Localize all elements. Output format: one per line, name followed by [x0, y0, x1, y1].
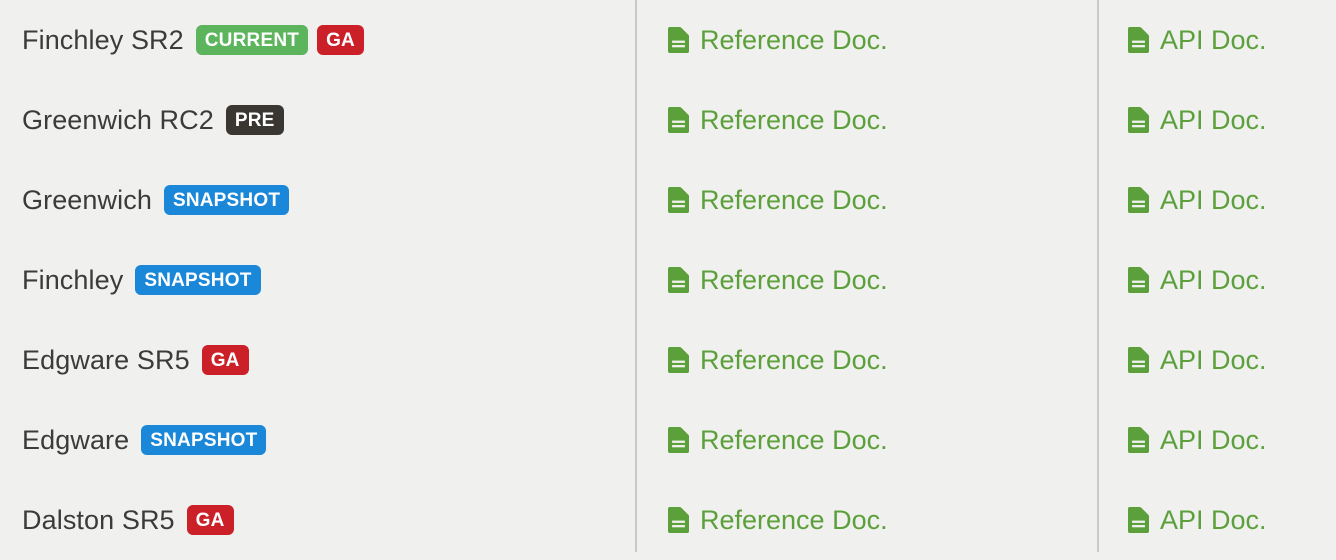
- table-body: Finchley SR2 CURRENT GA Reference Doc. API D…: [0, 0, 1336, 560]
- file-document-icon: [1128, 27, 1149, 53]
- file-document-icon: [668, 27, 689, 53]
- release-name-label: Edgware SR5: [22, 344, 190, 375]
- reference-doc-label: Reference Doc.: [700, 504, 888, 535]
- api-doc-label: API Doc.: [1160, 104, 1267, 135]
- api-doc-cell: API Doc.: [1097, 80, 1336, 160]
- table-row: Greenwich RC2 PRE Reference Doc. API Doc.: [0, 80, 1336, 160]
- file-document-icon: [1128, 267, 1149, 293]
- reference-doc-label: Reference Doc.: [700, 104, 888, 135]
- api-doc-cell: API Doc.: [1097, 240, 1336, 320]
- reference-doc-cell: Reference Doc.: [635, 320, 1097, 400]
- reference-doc-link[interactable]: Reference Doc.: [668, 184, 888, 215]
- reference-doc-label: Reference Doc.: [700, 24, 888, 55]
- reference-doc-label: Reference Doc.: [700, 424, 888, 455]
- status-badge-current: CURRENT: [195, 25, 309, 55]
- release-name-cell: Edgware SR5 GA: [0, 320, 635, 400]
- file-document-icon: [668, 507, 689, 533]
- status-badge-ga: GA: [317, 25, 364, 55]
- release-badge-group: SNAPSHOT: [141, 425, 267, 455]
- reference-doc-label: Reference Doc.: [700, 344, 888, 375]
- api-doc-link[interactable]: API Doc.: [1128, 264, 1267, 295]
- file-document-icon: [1128, 187, 1149, 213]
- table-row: Finchley SNAPSHOT Reference Doc. API Doc.: [0, 240, 1336, 320]
- reference-doc-cell: Reference Doc.: [635, 480, 1097, 560]
- reference-doc-cell: Reference Doc.: [635, 400, 1097, 480]
- file-document-icon: [1128, 427, 1149, 453]
- release-name-label: Greenwich: [22, 184, 152, 215]
- file-document-icon: [668, 347, 689, 373]
- reference-doc-cell: Reference Doc.: [635, 0, 1097, 80]
- api-doc-label: API Doc.: [1160, 504, 1267, 535]
- api-doc-link[interactable]: API Doc.: [1128, 424, 1267, 455]
- release-name-label: Dalston SR5: [22, 504, 175, 535]
- status-badge-ga: GA: [201, 345, 249, 375]
- reference-doc-label: Reference Doc.: [700, 184, 888, 215]
- api-doc-label: API Doc.: [1160, 24, 1267, 55]
- reference-doc-link[interactable]: Reference Doc.: [668, 264, 888, 295]
- table-row: Edgware SR5 GA Reference Doc. API Doc.: [0, 320, 1336, 400]
- file-document-icon: [668, 427, 689, 453]
- file-document-icon: [668, 267, 689, 293]
- table-row: Edgware SNAPSHOT Reference Doc. API Doc.: [0, 400, 1336, 480]
- file-document-icon: [1128, 347, 1149, 373]
- release-name-label: Greenwich RC2: [22, 104, 214, 135]
- api-doc-link[interactable]: API Doc.: [1128, 104, 1267, 135]
- reference-doc-label: Reference Doc.: [700, 264, 888, 295]
- file-document-icon: [668, 107, 689, 133]
- api-doc-cell: API Doc.: [1097, 320, 1336, 400]
- release-name-cell: Finchley SNAPSHOT: [0, 240, 635, 320]
- reference-doc-cell: Reference Doc.: [635, 160, 1097, 240]
- api-doc-link[interactable]: API Doc.: [1128, 344, 1267, 375]
- reference-doc-link[interactable]: Reference Doc.: [668, 24, 888, 55]
- table-row: Finchley SR2 CURRENT GA Reference Doc. API D…: [0, 0, 1336, 80]
- release-badge-group: CURRENT GA: [195, 25, 364, 55]
- release-name-cell: Greenwich SNAPSHOT: [0, 160, 635, 240]
- release-badge-group: SNAPSHOT: [135, 265, 261, 295]
- api-doc-cell: API Doc.: [1097, 0, 1336, 80]
- release-versions-table: Finchley SR2 CURRENT GA Reference Doc. API D…: [0, 0, 1336, 552]
- table-row: Greenwich SNAPSHOT Reference Doc. API Doc.: [0, 160, 1336, 240]
- table-row: Dalston SR5 GA Reference Doc. API Doc.: [0, 480, 1336, 560]
- status-badge-pre: PRE: [225, 105, 284, 135]
- file-document-icon: [668, 187, 689, 213]
- reference-doc-cell: Reference Doc.: [635, 240, 1097, 320]
- api-doc-cell: API Doc.: [1097, 400, 1336, 480]
- release-name-cell: Greenwich RC2 PRE: [0, 80, 635, 160]
- api-doc-cell: API Doc.: [1097, 480, 1336, 560]
- api-doc-label: API Doc.: [1160, 184, 1267, 215]
- api-doc-link[interactable]: API Doc.: [1128, 504, 1267, 535]
- release-name-cell: Dalston SR5 GA: [0, 480, 635, 560]
- api-doc-label: API Doc.: [1160, 344, 1267, 375]
- release-name-cell: Finchley SR2 CURRENT GA: [0, 0, 635, 80]
- api-doc-cell: API Doc.: [1097, 160, 1336, 240]
- release-badge-group: GA: [186, 505, 234, 535]
- release-badge-group: PRE: [225, 105, 284, 135]
- reference-doc-link[interactable]: Reference Doc.: [668, 504, 888, 535]
- status-badge-snapshot: SNAPSHOT: [135, 265, 261, 295]
- reference-doc-link[interactable]: Reference Doc.: [668, 424, 888, 455]
- release-name-cell: Edgware SNAPSHOT: [0, 400, 635, 480]
- release-name-label: Finchley SR2: [22, 24, 184, 55]
- api-doc-link[interactable]: API Doc.: [1128, 184, 1267, 215]
- release-badge-group: SNAPSHOT: [163, 185, 290, 215]
- api-doc-label: API Doc.: [1160, 424, 1267, 455]
- reference-doc-cell: Reference Doc.: [635, 80, 1097, 160]
- file-document-icon: [1128, 107, 1149, 133]
- release-name-label: Finchley: [22, 264, 124, 295]
- status-badge-ga: GA: [186, 505, 234, 535]
- file-document-icon: [1128, 507, 1149, 533]
- status-badge-snapshot: SNAPSHOT: [141, 425, 267, 455]
- api-doc-link[interactable]: API Doc.: [1128, 24, 1267, 55]
- status-badge-snapshot: SNAPSHOT: [163, 185, 290, 215]
- reference-doc-link[interactable]: Reference Doc.: [668, 104, 888, 135]
- api-doc-label: API Doc.: [1160, 264, 1267, 295]
- reference-doc-link[interactable]: Reference Doc.: [668, 344, 888, 375]
- release-name-label: Edgware: [22, 424, 130, 455]
- release-badge-group: GA: [201, 345, 249, 375]
